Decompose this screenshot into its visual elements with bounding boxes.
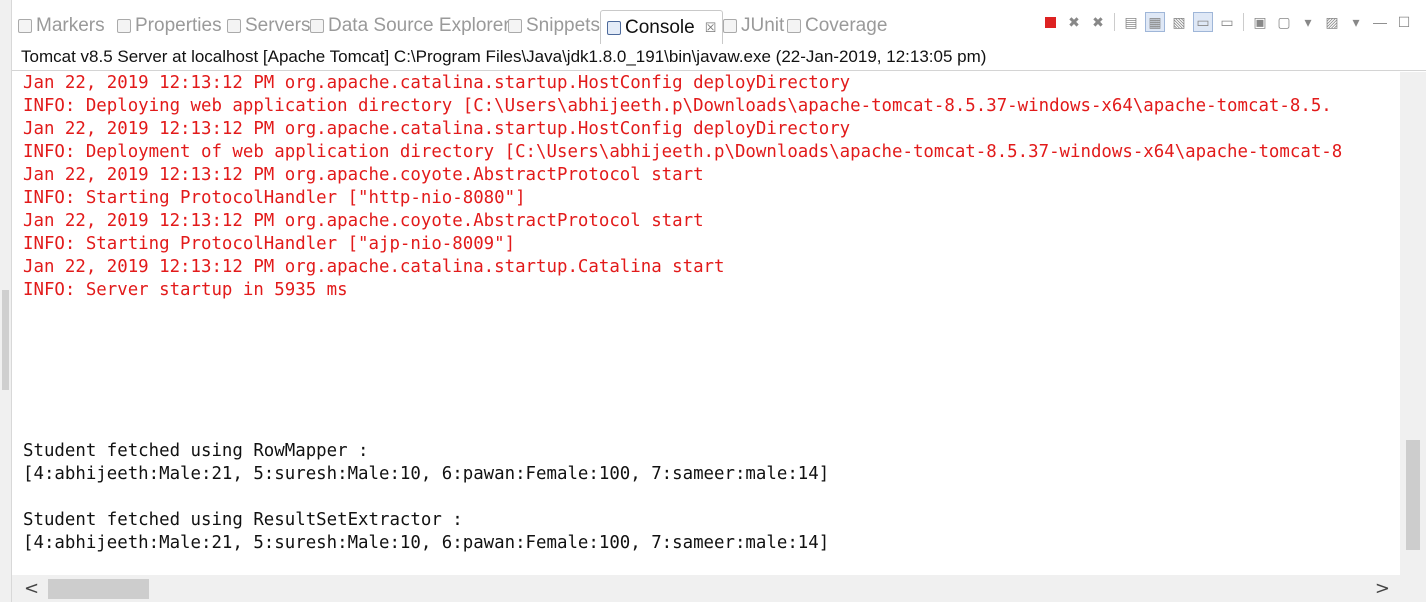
properties-icon <box>117 19 131 33</box>
console-icon <box>607 20 621 35</box>
console-line: [4:abhijeeth:Male:21, 5:suresh:Male:10, … <box>23 464 830 484</box>
tab-label: Snippets <box>526 15 600 36</box>
maximize-icon[interactable]: ☐ <box>1394 12 1414 32</box>
tab-label: Data Source Explorer <box>328 15 510 36</box>
console-line: INFO: Starting ProtocolHandler ["http-ni… <box>23 188 526 208</box>
console-line: Student fetched using RowMapper : <box>23 441 369 461</box>
vertical-scrollbar[interactable] <box>1400 72 1426 575</box>
scroll-right-arrow[interactable]: > <box>1375 575 1390 602</box>
console-line: Student fetched using ResultSetExtractor… <box>23 510 463 530</box>
close-icon[interactable]: ☒ <box>705 20 717 36</box>
console-line: INFO: Deployment of web application dire… <box>23 142 1343 162</box>
tab-coverage[interactable]: Coverage <box>787 11 887 41</box>
tab-snippets[interactable]: Snippets <box>508 11 600 41</box>
junit-icon <box>723 19 737 33</box>
servers-icon <box>227 19 241 33</box>
show-stdout-icon[interactable]: ▭ <box>1193 12 1213 32</box>
console-line: Jan 22, 2019 12:13:12 PM org.apache.cata… <box>23 119 851 139</box>
console-line: INFO: Deploying web application director… <box>23 96 1332 116</box>
tab-label: Servers <box>245 15 311 36</box>
pin-console-icon[interactable]: ▣ <box>1250 12 1270 32</box>
chevron-down-icon[interactable]: ▾ <box>1298 12 1318 32</box>
console-header: Tomcat v8.5 Server at localhost [Apache … <box>12 44 1426 71</box>
console-line: Jan 22, 2019 12:13:12 PM org.apache.cata… <box>23 73 851 93</box>
tab-label: Markers <box>36 15 105 36</box>
tab-junit[interactable]: JUnit <box>723 11 784 41</box>
tab-data-source-explorer[interactable]: Data Source Explorer <box>310 11 510 41</box>
tab-markers[interactable]: Markers <box>18 11 105 41</box>
clear-console-icon[interactable]: ▤ <box>1121 12 1141 32</box>
console-line: INFO: Server startup in 5935 ms <box>23 280 348 300</box>
stop-icon[interactable] <box>1040 12 1060 32</box>
console-output[interactable]: Jan 22, 2019 12:13:12 PM org.apache.cata… <box>12 72 1400 575</box>
toolbar-separator <box>1114 13 1115 31</box>
console-line: Jan 22, 2019 12:13:12 PM org.apache.coyo… <box>23 165 704 185</box>
tab-label: Console <box>625 16 695 38</box>
toolbar-separator <box>1243 13 1244 31</box>
word-wrap-icon[interactable]: ▧ <box>1169 12 1189 32</box>
tab-label: Properties <box>135 15 222 36</box>
tab-label: Coverage <box>805 15 888 36</box>
console-line: Jan 22, 2019 12:13:12 PM org.apache.coyo… <box>23 211 704 231</box>
markers-icon <box>18 19 32 33</box>
data-source-icon <box>310 19 324 33</box>
console-toolbar: ✖ ✖ ▤ ▦ ▧ ▭ ▭ ▣ ▢ ▾ ▨ ▾ — ☐ <box>1040 12 1414 32</box>
scroll-lock-icon[interactable]: ▦ <box>1145 12 1165 32</box>
console-line: INFO: Starting ProtocolHandler ["ajp-nio… <box>23 234 516 254</box>
minimize-icon[interactable]: — <box>1370 12 1390 32</box>
left-editor-scrollbar[interactable] <box>0 0 12 602</box>
snippets-icon <box>508 19 522 33</box>
display-console-icon[interactable]: ▢ <box>1274 12 1294 32</box>
horizontal-scrollbar[interactable]: < > <box>12 575 1426 602</box>
horizontal-scroll-thumb[interactable] <box>48 579 149 599</box>
tab-servers[interactable]: Servers <box>227 11 310 41</box>
open-console-icon[interactable]: ▨ <box>1322 12 1342 32</box>
scroll-left-arrow[interactable]: < <box>24 575 39 602</box>
console-line: [4:abhijeeth:Male:21, 5:suresh:Male:10, … <box>23 533 830 553</box>
remove-launch-icon[interactable]: ✖ <box>1064 12 1084 32</box>
tab-properties[interactable]: Properties <box>117 11 222 41</box>
chevron-down-icon[interactable]: ▾ <box>1346 12 1366 32</box>
remove-all-icon[interactable]: ✖ <box>1088 12 1108 32</box>
view-tab-bar: Markers Properties Servers Data Source E… <box>12 0 1426 44</box>
tab-console[interactable]: Console ☒ <box>600 10 724 44</box>
coverage-icon <box>787 19 801 33</box>
show-stderr-icon[interactable]: ▭ <box>1217 12 1237 32</box>
console-line: Jan 22, 2019 12:13:12 PM org.apache.cata… <box>23 257 725 277</box>
tab-label: JUnit <box>741 15 785 36</box>
vertical-scroll-thumb[interactable] <box>1406 440 1420 550</box>
left-scroll-thumb[interactable] <box>2 290 9 390</box>
